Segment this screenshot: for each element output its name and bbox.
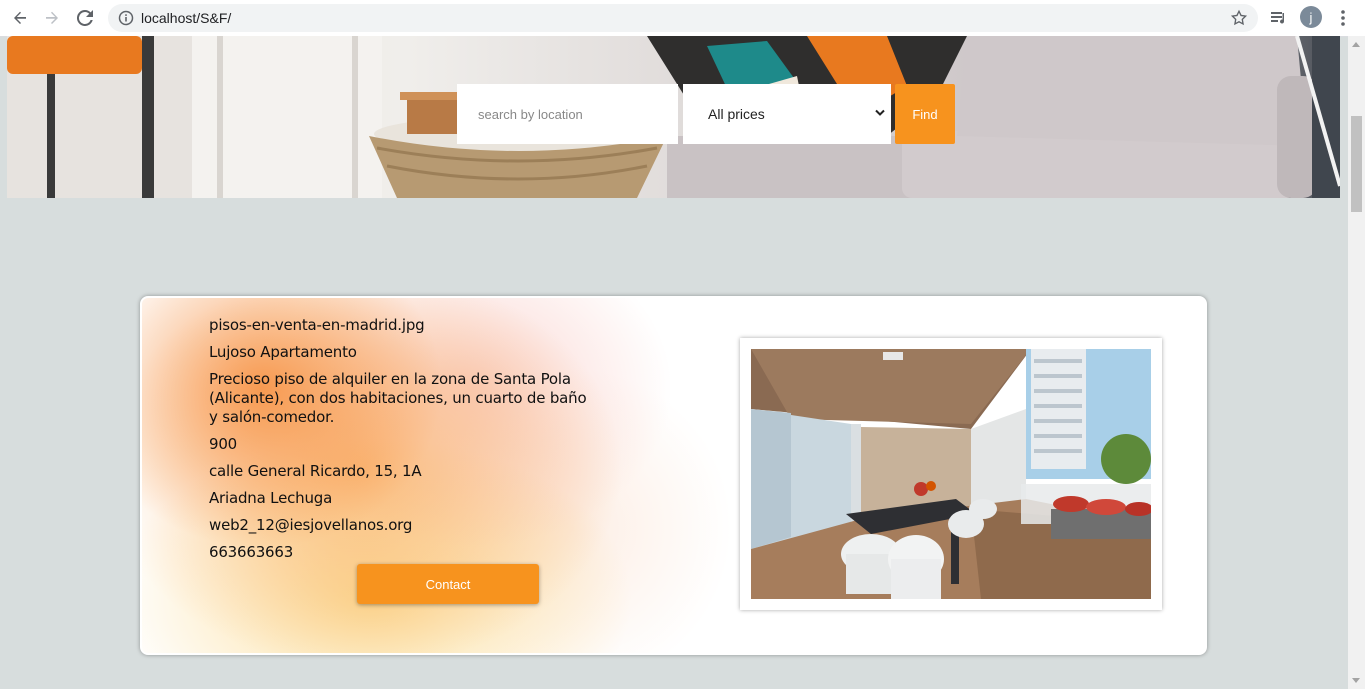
apartment-terrace-image xyxy=(751,349,1151,599)
contact-button[interactable]: Contact xyxy=(357,564,539,604)
hero-banner: All prices Find xyxy=(7,36,1340,198)
info-icon[interactable] xyxy=(118,10,134,26)
reload-icon[interactable] xyxy=(73,6,97,30)
address-bar[interactable]: localhost/S&F/ xyxy=(108,4,1258,32)
forward-icon[interactable] xyxy=(40,6,64,30)
listing-image-name: pisos-en-venta-en-madrid.jpg xyxy=(209,316,425,334)
listing-owner: Ariadna Lechuga xyxy=(209,489,333,507)
listing-photo-frame xyxy=(740,338,1162,610)
profile-avatar[interactable]: j xyxy=(1300,6,1322,28)
price-select[interactable]: All prices xyxy=(683,84,891,144)
search-input[interactable] xyxy=(457,84,678,144)
listing-title: Lujoso Apartamento xyxy=(209,343,357,361)
listing-info: pisos-en-venta-en-madrid.jpg Lujoso Apar… xyxy=(209,316,609,570)
listing-price: 900 xyxy=(209,435,238,453)
listing-description: Precioso piso de alquiler en la zona de … xyxy=(209,370,587,426)
listing-card: pisos-en-venta-en-madrid.jpg Lujoso Apar… xyxy=(140,296,1207,655)
find-button[interactable]: Find xyxy=(895,84,955,144)
media-icon[interactable] xyxy=(1269,8,1289,28)
scroll-thumb[interactable] xyxy=(1351,116,1362,212)
listing-address: calle General Ricardo, 15, 1A xyxy=(209,462,422,480)
menu-icon[interactable] xyxy=(1333,8,1353,28)
back-icon[interactable] xyxy=(8,6,32,30)
listing-email: web2_12@iesjovellanos.org xyxy=(209,516,413,534)
url-text: localhost/S&F/ xyxy=(141,10,232,26)
browser-toolbar: localhost/S&F/ j xyxy=(0,0,1365,37)
scroll-down-icon[interactable] xyxy=(1352,678,1360,683)
scroll-up-icon[interactable] xyxy=(1352,42,1360,47)
price-select-value: All prices xyxy=(708,106,765,122)
chevron-down-icon xyxy=(875,109,885,116)
page-scrollbar[interactable] xyxy=(1348,36,1365,689)
listing-photo xyxy=(751,349,1151,599)
star-icon[interactable] xyxy=(1230,9,1248,27)
listing-phone: 663663663 xyxy=(209,543,294,561)
